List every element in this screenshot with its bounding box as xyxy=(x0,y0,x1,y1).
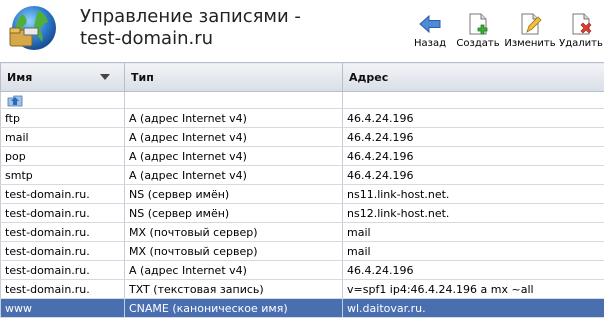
column-header-type-label: Тип xyxy=(131,70,154,84)
parent-directory-cell[interactable] xyxy=(0,91,125,109)
table-row[interactable]: test-domain.ru. A (адрес Internet v4) 46.4… xyxy=(0,260,604,280)
back-button-label: Назад xyxy=(413,38,446,49)
cell-type: A (адрес Internet v4) xyxy=(124,146,343,166)
parent-directory-cell xyxy=(124,91,343,109)
cell-name: test-domain.ru. xyxy=(0,241,125,261)
table-row[interactable]: test-domain.ru. NS (сервер имён) ns11.link… xyxy=(0,184,604,204)
table-row[interactable]: smtp A (адрес Internet v4) 46.4.24.196 xyxy=(0,165,604,185)
globe-folder-icon xyxy=(9,6,56,50)
cell-name: pop xyxy=(0,146,125,166)
cell-name: test-domain.ru. xyxy=(0,203,125,223)
cell-name: test-domain.ru. xyxy=(0,260,125,280)
cell-type: NS (сервер имён) xyxy=(124,203,343,223)
title-line-2: test-domain.ru xyxy=(80,28,214,49)
cell-name: ftp xyxy=(0,108,125,128)
create-icon xyxy=(469,13,488,35)
column-header-address[interactable]: Адрес xyxy=(342,62,604,92)
cell-name: test-domain.ru. xyxy=(0,184,125,204)
cell-address: ns12.link-host.net. xyxy=(342,203,604,223)
parent-directory-cell xyxy=(342,91,604,109)
cell-name: www xyxy=(0,298,125,318)
title-line-1: Управление записями - xyxy=(80,6,301,27)
table-row[interactable]: test-domain.ru. NS (сервер имён) ns12.link… xyxy=(0,203,604,223)
table-row[interactable]: ftp A (адрес Internet v4) 46.4.24.196 xyxy=(0,108,604,128)
cell-address: 46.4.24.196 xyxy=(342,165,604,185)
delete-button-label: Удалить xyxy=(559,38,603,49)
cell-type: A (адрес Internet v4) xyxy=(124,108,343,128)
edit-icon xyxy=(521,13,542,35)
page-title: Управление записями - test-domain.ru xyxy=(80,6,301,50)
cell-type: A (адрес Internet v4) xyxy=(124,127,343,147)
cell-type: NS (сервер имён) xyxy=(124,184,343,204)
cell-type: A (адрес Internet v4) xyxy=(124,260,343,280)
table-row[interactable]: www CNAME (каноническое имя) wl.daitovar.r… xyxy=(0,298,604,318)
toolbar: Назад Создать Изменить Удалить xyxy=(406,12,604,49)
cell-type: A (адрес Internet v4) xyxy=(124,165,343,185)
column-header-name[interactable]: Имя xyxy=(0,62,125,92)
up-folder-icon xyxy=(7,95,23,107)
delete-icon xyxy=(572,13,592,35)
table-header-row: Имя Тип Адрес xyxy=(0,62,604,92)
cell-address: mail xyxy=(342,241,604,261)
cell-address: mail xyxy=(342,222,604,242)
delete-button[interactable]: Удалить xyxy=(558,12,604,49)
cell-type: MX (почтовый сервер) xyxy=(124,222,343,242)
table-row[interactable]: test-domain.ru. MX (почтовый сервер) mail xyxy=(0,222,604,242)
cell-address: 46.4.24.196 xyxy=(342,127,604,147)
cell-address: ns11.link-host.net. xyxy=(342,184,604,204)
column-header-address-label: Адрес xyxy=(349,70,389,84)
cell-address: 46.4.24.196 xyxy=(342,146,604,166)
table-row[interactable]: test-domain.ru. TXT (текстовая запись) v=s… xyxy=(0,279,604,299)
back-button[interactable]: Назад xyxy=(406,12,454,49)
header: Управление записями - test-domain.ru Наз… xyxy=(0,0,604,62)
cell-name: test-domain.ru. xyxy=(0,222,125,242)
table-row[interactable]: test-domain.ru. MX (почтовый сервер) mail xyxy=(0,241,604,261)
cell-address: 46.4.24.196 xyxy=(342,260,604,280)
table-row[interactable]: mail A (адрес Internet v4) 46.4.24.196 xyxy=(0,127,604,147)
cell-name: smtp xyxy=(0,165,125,185)
cell-address: v=spf1 ip4:46.4.24.196 a mx ~all xyxy=(342,279,604,299)
cell-type: MX (почтовый сервер) xyxy=(124,241,343,261)
column-header-name-label: Имя xyxy=(7,70,33,84)
cell-name: mail xyxy=(0,127,125,147)
edit-button[interactable]: Изменить xyxy=(502,12,558,49)
back-arrow-icon xyxy=(419,14,441,34)
cell-type: TXT (текстовая запись) xyxy=(124,279,343,299)
edit-button-label: Изменить xyxy=(504,38,556,49)
column-header-type[interactable]: Тип xyxy=(124,62,343,92)
cell-type: CNAME (каноническое имя) xyxy=(124,298,343,318)
parent-directory-row[interactable] xyxy=(0,91,604,109)
cell-address: 46.4.24.196 xyxy=(342,108,604,128)
create-button-label: Создать xyxy=(456,38,500,49)
records-table: Имя Тип Адрес ftp A (адрес Internet v4) 46… xyxy=(0,62,604,318)
cell-address: wl.daitovar.ru. xyxy=(342,298,604,318)
table-row[interactable]: pop A (адрес Internet v4) 46.4.24.196 xyxy=(0,146,604,166)
sort-descending-icon xyxy=(100,74,110,80)
cell-name: test-domain.ru. xyxy=(0,279,125,299)
create-button[interactable]: Создать xyxy=(454,12,502,49)
